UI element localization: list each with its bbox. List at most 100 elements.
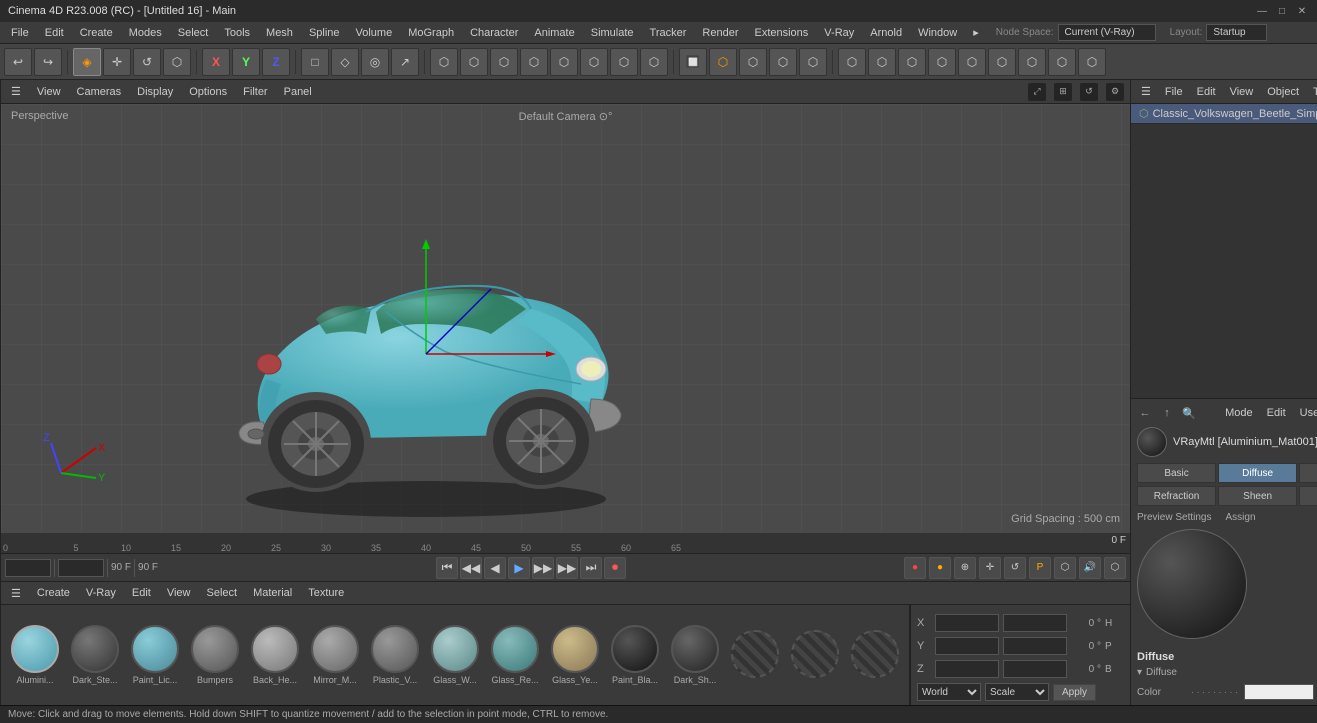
mat-nav-up[interactable]: ↑ xyxy=(1159,405,1175,421)
material-item-back-head[interactable]: Back_He... xyxy=(247,625,303,685)
menu-modes[interactable]: Modes xyxy=(122,25,169,41)
tool-btn-9[interactable]: ⬡ xyxy=(769,48,797,76)
render-button[interactable]: ⬡ xyxy=(709,48,737,76)
redo-button[interactable]: ↪ xyxy=(34,48,62,76)
next-frame-button[interactable]: ▶▶ xyxy=(532,557,554,579)
rp-menu-tags[interactable]: Tags xyxy=(1309,85,1317,99)
material-item-glass-w[interactable]: Glass_W... xyxy=(427,625,483,685)
menu-file[interactable]: File xyxy=(4,25,36,41)
rp-menu-icon[interactable]: ☰ xyxy=(1137,84,1155,99)
material-item-aluminium[interactable]: Alumini... xyxy=(7,625,63,685)
vp-icon-settings[interactable]: ⚙ xyxy=(1106,83,1124,101)
menu-edit[interactable]: Edit xyxy=(38,25,71,41)
mode-button-5[interactable]: ↺ xyxy=(1004,557,1026,579)
menu-simulate[interactable]: Simulate xyxy=(584,25,641,41)
tool-btn-12[interactable]: ⬡ xyxy=(898,48,926,76)
coord-z-pos[interactable]: 0 cm xyxy=(935,660,999,678)
mode-button-3[interactable]: ⊕ xyxy=(954,557,976,579)
mat-edit-btn[interactable]: Edit xyxy=(1263,406,1290,420)
tool-btn-5[interactable]: ⬡ xyxy=(550,48,578,76)
coord-world-select[interactable]: World Object xyxy=(917,683,981,701)
mode-button-2[interactable]: ● xyxy=(929,557,951,579)
y-axis-button[interactable]: Y xyxy=(232,48,260,76)
object-item-beetle[interactable]: ⬡ Classic_Volkswagen_Beetle_Simple_Inter… xyxy=(1131,104,1317,124)
mat-nav-search[interactable]: 🔍 xyxy=(1181,405,1197,421)
menu-mesh[interactable]: Mesh xyxy=(259,25,300,41)
rp-menu-object[interactable]: Object xyxy=(1263,85,1303,99)
menu-window[interactable]: Window xyxy=(911,25,964,41)
vp-icon-view[interactable]: ⊞ xyxy=(1054,83,1072,101)
vp-menu-view[interactable]: View xyxy=(33,85,65,99)
maximize-button[interactable]: □ xyxy=(1275,4,1289,18)
node-space-select[interactable]: Current (V-Ray) xyxy=(1058,24,1156,41)
rotate-tool-button[interactable]: ↺ xyxy=(133,48,161,76)
polygon-button[interactable]: ◇ xyxy=(331,48,359,76)
menu-extensions[interactable]: Extensions xyxy=(747,25,815,41)
material-item-mirror[interactable]: Mirror_M... xyxy=(307,625,363,685)
mode-button-9[interactable]: ⬡ xyxy=(1104,557,1126,579)
mat-menu-vray[interactable]: V-Ray xyxy=(82,586,120,600)
material-item-empty-3[interactable] xyxy=(847,630,903,680)
menu-character[interactable]: Character xyxy=(463,25,525,41)
mode-button-8[interactable]: 🔊 xyxy=(1079,557,1101,579)
tool-btn-11[interactable]: ⬡ xyxy=(868,48,896,76)
material-item-glass-ye[interactable]: Glass_Ye... xyxy=(547,625,603,685)
tool-btn-8[interactable]: ⬡ xyxy=(640,48,668,76)
minimize-button[interactable]: — xyxy=(1255,4,1269,18)
apply-button[interactable]: Apply xyxy=(1053,684,1096,701)
vp-menu-filter[interactable]: Filter xyxy=(239,85,271,99)
vp-menu-panel[interactable]: Panel xyxy=(280,85,316,99)
move-tool-button[interactable]: ✛ xyxy=(103,48,131,76)
vp-menu-options[interactable]: Options xyxy=(185,85,231,99)
edge-button[interactable]: ↗ xyxy=(391,48,419,76)
coord-scale-select[interactable]: Scale xyxy=(985,683,1049,701)
play-button[interactable]: ▶ xyxy=(508,557,530,579)
tool-btn-17[interactable]: ⬡ xyxy=(1048,48,1076,76)
select-tool-button[interactable]: ◈ xyxy=(73,48,101,76)
mat-menu-view[interactable]: View xyxy=(163,586,195,600)
tool-btn-2[interactable]: ⬡ xyxy=(460,48,488,76)
vp-menu-cameras[interactable]: Cameras xyxy=(73,85,126,99)
coord-x-size[interactable]: 0 cm xyxy=(1003,614,1067,632)
render-settings-button[interactable]: 🔲 xyxy=(679,48,707,76)
tool-btn-14[interactable]: ⬡ xyxy=(958,48,986,76)
mode-button-6[interactable]: P xyxy=(1029,557,1051,579)
vp-menu-icon[interactable]: ☰ xyxy=(7,84,25,99)
material-item-dark-sh[interactable]: Dark_Sh... xyxy=(667,625,723,685)
mode-button-4[interactable]: ✛ xyxy=(979,557,1001,579)
mat-menu-icon[interactable]: ☰ xyxy=(7,586,25,601)
menu-select[interactable]: Select xyxy=(171,25,216,41)
scale-tool-button[interactable]: ⬡ xyxy=(163,48,191,76)
window-controls[interactable]: — □ ✕ xyxy=(1255,4,1309,18)
tool-btn-15[interactable]: ⬡ xyxy=(988,48,1016,76)
x-axis-button[interactable]: X xyxy=(202,48,230,76)
mat-tab-refraction[interactable]: Refraction xyxy=(1137,486,1216,506)
record-button[interactable]: ⏺ xyxy=(604,557,626,579)
coord-y-pos[interactable]: 0 cm xyxy=(935,637,999,655)
menu-animate[interactable]: Animate xyxy=(527,25,581,41)
undo-button[interactable]: ↩ xyxy=(4,48,32,76)
menu-tracker[interactable]: Tracker xyxy=(643,25,694,41)
coord-y-size[interactable]: 0 cm xyxy=(1003,637,1067,655)
menu-arrow[interactable]: ▸ xyxy=(966,24,986,41)
mat-tab-sheen[interactable]: Sheen xyxy=(1218,486,1297,506)
point-button[interactable]: ◎ xyxy=(361,48,389,76)
rp-menu-edit[interactable]: Edit xyxy=(1193,85,1220,99)
material-item-dark-steel[interactable]: Dark_Ste... xyxy=(67,625,123,685)
mat-userdata-btn[interactable]: User Data xyxy=(1296,406,1317,420)
material-item-empty-2[interactable] xyxy=(787,630,843,680)
next-key-button[interactable]: ▶▶ xyxy=(556,557,578,579)
preview-settings-button[interactable]: Preview Settings xyxy=(1137,512,1211,523)
vp-icon-refresh[interactable]: ↺ xyxy=(1080,83,1098,101)
object-button[interactable]: □ xyxy=(301,48,329,76)
go-to-end-button[interactable]: ⏭ xyxy=(580,557,602,579)
tool-btn-1[interactable]: ⬡ xyxy=(430,48,458,76)
mat-menu-material[interactable]: Material xyxy=(249,586,296,600)
go-to-start-button[interactable]: ⏮ xyxy=(436,557,458,579)
tool-btn-4[interactable]: ⬡ xyxy=(520,48,548,76)
viewport[interactable]: Perspective Default Camera ⊙° xyxy=(1,104,1130,533)
prev-frame-button[interactable]: ◀ xyxy=(484,557,506,579)
mode-button-7[interactable]: ⬡ xyxy=(1054,557,1076,579)
mat-menu-texture[interactable]: Texture xyxy=(304,586,348,600)
material-item-plastic[interactable]: Plastic_V... xyxy=(367,625,423,685)
